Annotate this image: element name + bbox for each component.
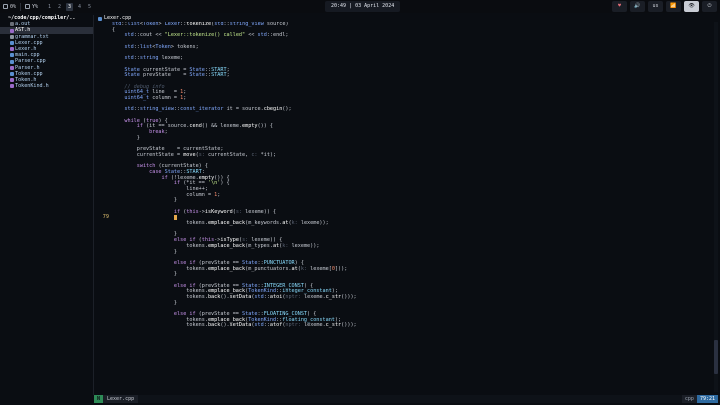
mode-indicator: N (94, 395, 104, 403)
code-text: tokens.back().setData(std::atof(nptr: le… (112, 322, 357, 329)
cpu-icon (3, 4, 8, 9)
bin-file-icon (10, 22, 14, 27)
code-editor[interactable]: std::list<Token> Lexer::tokenize(std::st… (98, 22, 714, 394)
memory-icon (25, 4, 31, 9)
file-tree: ~/code/cpp/compiler/.. a.out AST.h grammar… (0, 15, 94, 395)
h-file-icon (10, 84, 14, 89)
editor-scrollbar[interactable] (714, 22, 718, 392)
cpp-file-icon (10, 71, 14, 76)
workspace-4[interactable]: 4 (76, 3, 83, 11)
cpu-indicator: 0% (3, 4, 16, 10)
filetype-indicator: cpp (681, 395, 697, 403)
workspace-3[interactable]: 3 (66, 2, 74, 11)
workspace-5[interactable]: 5 (86, 3, 93, 11)
file-tree-item[interactable]: TokenKind.h (0, 83, 93, 89)
workspace-1[interactable]: 1 (46, 3, 53, 11)
memory-indicator: Y% (25, 4, 38, 10)
eye-icon[interactable]: 👁 (684, 1, 699, 12)
cpp-file-icon (10, 59, 14, 64)
line-number (98, 323, 112, 329)
code-line[interactable]: tokens.back().setData(std::atof(nptr: le… (98, 323, 714, 329)
workspace-switcher: 1 2 3 4 5 (46, 2, 93, 11)
cpp-file-icon (10, 53, 14, 58)
tab-title: Lexer.cpp (104, 15, 132, 21)
editor-statusline: N Lexer.cpp cpp 79:21 (94, 395, 720, 403)
h-file-icon (10, 28, 14, 33)
volume-icon[interactable]: 🔊 (630, 1, 645, 12)
divider (20, 2, 22, 11)
h-file-icon (10, 78, 14, 83)
system-tray: ♥ 🔊 us 📶 👁 ⏻ (612, 1, 717, 12)
power-icon[interactable]: ⏻ (702, 1, 717, 12)
cursor-position: 79:21 (696, 395, 718, 403)
top-status-bar: 0% Y% 1 2 3 4 5 20:49 | 03 April 2024 ♥ … (0, 0, 720, 13)
h-file-icon (10, 47, 14, 52)
file-tree-item-label: TokenKind.h (15, 83, 49, 90)
wifi-icon[interactable]: 📶 (666, 1, 681, 12)
cpp-file-icon (10, 40, 14, 45)
cpp-file-icon (98, 16, 102, 21)
editor-tab[interactable]: Lexer.cpp (98, 15, 718, 22)
workspace-2[interactable]: 2 (56, 3, 63, 11)
statusline-filename: Lexer.cpp (103, 395, 139, 403)
keyboard-layout[interactable]: us (648, 1, 663, 12)
clock[interactable]: 20:49 | 03 April 2024 (325, 1, 401, 12)
h-file-icon (10, 65, 14, 70)
txt-file-icon (10, 34, 14, 39)
heart-icon[interactable]: ♥ (612, 1, 627, 12)
scrollbar-thumb[interactable] (714, 340, 718, 374)
